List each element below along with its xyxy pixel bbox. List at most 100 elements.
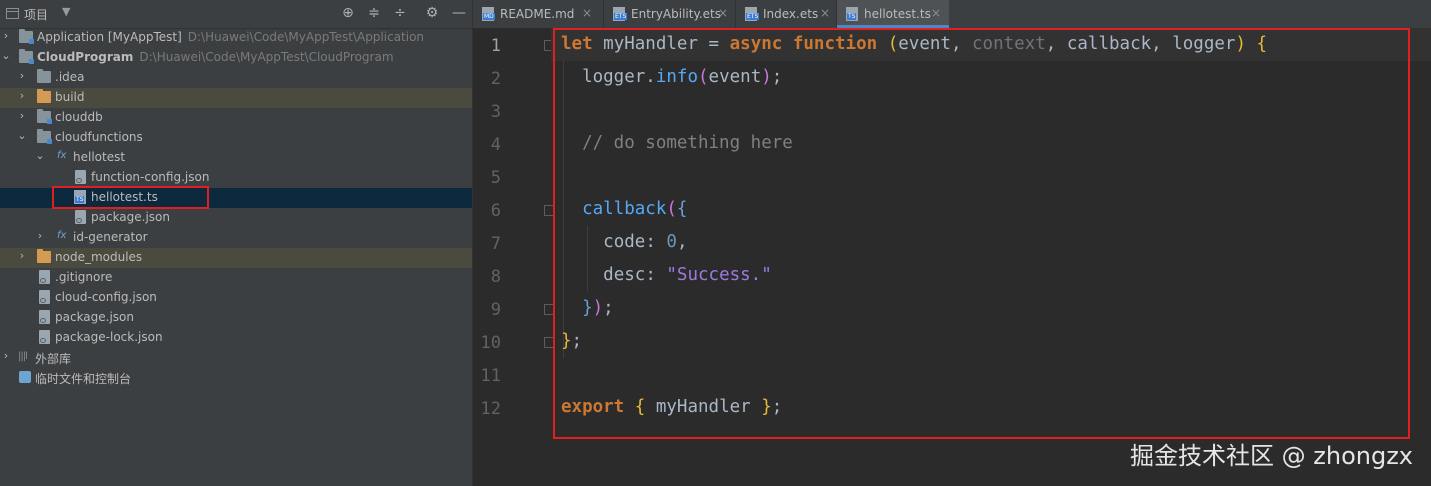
- json-file-icon: [39, 330, 50, 344]
- chevron-right-icon[interactable]: ›: [0, 29, 12, 42]
- highlight-box: [52, 186, 209, 209]
- project-panel-title[interactable]: 项目: [24, 6, 48, 23]
- tab-index[interactable]: ETS Index.ets ×: [736, 0, 836, 28]
- tree-item-label: package.json: [55, 310, 135, 324]
- line-number: 7: [490, 234, 501, 254]
- tree-item-package-json-root[interactable]: package.json: [0, 308, 472, 328]
- scratches-icon: [19, 371, 31, 383]
- function-icon: fx: [57, 230, 67, 241]
- tree-item-cloudfunctions[interactable]: ⌄ cloudfunctions: [0, 128, 472, 148]
- editor-tab-bar: MD README.md × ETS EntryAbility.ets × ET…: [473, 0, 1431, 29]
- module-folder-icon: [37, 129, 52, 144]
- tree-item-external-libraries[interactable]: › |||l 外部库: [0, 348, 472, 368]
- tree-item-function-config[interactable]: function-config.json: [0, 168, 472, 188]
- module-folder-icon: [37, 109, 52, 124]
- json-file-icon: [75, 170, 86, 184]
- tree-item-package-json[interactable]: package.json: [0, 208, 472, 228]
- crosshair-icon[interactable]: ⊕: [339, 4, 357, 22]
- tree-item-label: node_modules: [55, 250, 143, 264]
- line-number-gutter: 1 2 3 4 5 6 7 8 9 10 11 12: [473, 28, 554, 486]
- tab-label: Index.ets: [763, 7, 819, 21]
- project-panel-header: 项目 ▼ ⊕ ≑ ÷ ⚙ —: [0, 0, 472, 29]
- module-folder-icon: [19, 29, 34, 44]
- function-icon: fx: [57, 150, 67, 161]
- chevron-right-icon[interactable]: ›: [0, 349, 12, 362]
- tree-item-clouddb[interactable]: › clouddb: [0, 108, 472, 128]
- line-number: 5: [490, 168, 501, 188]
- ts-file-icon: TS: [846, 7, 858, 21]
- chevron-right-icon[interactable]: ›: [16, 89, 28, 102]
- chevron-right-icon[interactable]: ›: [16, 109, 28, 122]
- tree-item-path: D:\Huawei\Code\MyAppTest\Application: [187, 30, 425, 44]
- chevron-down-icon[interactable]: ▼: [62, 5, 70, 18]
- gear-icon[interactable]: ⚙: [423, 4, 441, 22]
- tree-item-label: build: [55, 90, 85, 104]
- json-file-icon: [39, 290, 50, 304]
- line-number: 11: [480, 366, 501, 386]
- tree-item-label: CloudProgram: [37, 50, 134, 64]
- tab-label: EntryAbility.ets: [631, 7, 722, 21]
- folder-icon: [37, 69, 51, 83]
- line-number: 2: [490, 69, 501, 89]
- tab-entryability[interactable]: ETS EntryAbility.ets ×: [604, 0, 735, 28]
- project-panel: 项目 ▼ ⊕ ≑ ÷ ⚙ — › Application [MyAppTest]…: [0, 0, 473, 486]
- ets-file-icon: ETS: [745, 7, 760, 21]
- tree-item-package-lock[interactable]: package-lock.json: [0, 328, 472, 348]
- md-file-icon: MD: [482, 7, 495, 21]
- line-number: 3: [490, 102, 501, 122]
- excluded-folder-icon: [37, 249, 51, 263]
- collapse-all-icon[interactable]: ÷: [391, 4, 409, 22]
- chevron-down-icon[interactable]: ⌄: [0, 49, 12, 62]
- minimize-icon[interactable]: —: [450, 4, 468, 22]
- close-icon[interactable]: ×: [582, 6, 592, 20]
- tree-item-label: .gitignore: [55, 270, 113, 284]
- tab-label: README.md: [500, 7, 575, 21]
- tree-item-label: .idea: [55, 70, 85, 84]
- excluded-folder-icon: [37, 89, 51, 103]
- tree-item-cloudprogram[interactable]: ⌄ CloudProgram D:\Huawei\Code\MyAppTest\C…: [0, 48, 472, 68]
- tree-item-label: 临时文件和控制台: [35, 372, 132, 386]
- chevron-down-icon[interactable]: ⌄: [16, 129, 28, 142]
- close-icon[interactable]: ×: [718, 6, 728, 20]
- ets-file-icon: ETS: [613, 7, 628, 21]
- tree-item-cloud-config[interactable]: cloud-config.json: [0, 288, 472, 308]
- tree-item-id-generator[interactable]: › fx id-generator: [0, 228, 472, 248]
- tree-item-label: function-config.json: [91, 170, 210, 184]
- tab-hellotest[interactable]: TS hellotest.ts ×: [837, 0, 949, 28]
- tree-item-label: id-generator: [73, 230, 148, 244]
- tree-item-idea[interactable]: › .idea: [0, 68, 472, 88]
- file-icon: [39, 270, 50, 284]
- tab-label: hellotest.ts: [864, 7, 931, 21]
- chevron-right-icon[interactable]: ›: [16, 69, 28, 82]
- tree-item-hellotest-folder[interactable]: ⌄ fx hellotest: [0, 148, 472, 168]
- tree-item-label: clouddb: [55, 110, 103, 124]
- chevron-right-icon[interactable]: ›: [16, 249, 28, 262]
- tree-item-scratches[interactable]: 临时文件和控制台: [0, 368, 472, 388]
- project-view-icon: [6, 8, 19, 19]
- tree-item-label: package.json: [91, 210, 171, 224]
- expand-all-icon[interactable]: ≑: [365, 4, 383, 22]
- close-icon[interactable]: ×: [820, 6, 830, 20]
- line-number: 10: [480, 333, 501, 353]
- tree-item-label: 外部库: [35, 352, 72, 366]
- close-icon[interactable]: ×: [931, 6, 941, 20]
- module-folder-icon: [19, 49, 34, 64]
- json-file-icon: [39, 310, 50, 324]
- json-file-icon: [75, 210, 86, 224]
- line-number: 12: [480, 399, 501, 419]
- tree-item-label: package-lock.json: [55, 330, 163, 344]
- tab-readme[interactable]: MD README.md ×: [473, 0, 603, 28]
- tree-item-application[interactable]: › Application [MyAppTest] D:\Huawei\Code\…: [0, 28, 472, 48]
- tree-item-label: cloudfunctions: [55, 130, 143, 144]
- line-number: 4: [490, 135, 501, 155]
- chevron-down-icon[interactable]: ⌄: [34, 149, 46, 162]
- line-number: 6: [490, 201, 501, 221]
- chevron-right-icon[interactable]: ›: [34, 229, 46, 242]
- code-highlight-box: [553, 28, 1410, 439]
- tree-item-node-modules[interactable]: › node_modules: [0, 248, 472, 268]
- tree-item-gitignore[interactable]: .gitignore: [0, 268, 472, 288]
- watermark: 掘金技术社区 @ zhongzx: [1130, 442, 1413, 470]
- line-number: 9: [490, 300, 501, 320]
- tree-item-build[interactable]: › build: [0, 88, 472, 108]
- tree-item-label: hellotest: [73, 150, 126, 164]
